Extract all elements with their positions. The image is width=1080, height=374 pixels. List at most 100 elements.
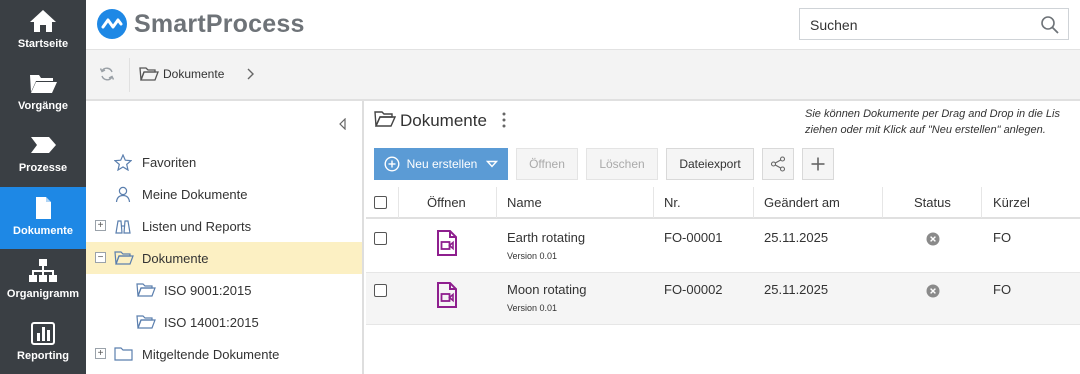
nav-item-reporting[interactable]: Reporting: [0, 312, 86, 374]
plus-icon: [811, 157, 825, 171]
column-header-name[interactable]: Name: [507, 195, 542, 210]
new-document-button[interactable]: Neu erstellen: [374, 148, 508, 180]
main-navigation: Startseite Vorgänge Prozesse Dokumente O…: [0, 0, 86, 374]
column-header-short[interactable]: Kürzel: [993, 195, 1030, 210]
search-placeholder: Suchen: [810, 17, 858, 33]
tree-item-mitgeltende-dokumente[interactable]: + Mitgeltende Dokumente: [86, 338, 362, 370]
app-logo[interactable]: SmartProcess: [96, 8, 305, 40]
share-button[interactable]: [762, 148, 794, 180]
document-name[interactable]: Moon rotating: [507, 282, 587, 297]
page-title: Dokumente: [400, 111, 487, 130]
document-name[interactable]: Earth rotating: [507, 230, 585, 245]
delete-button[interactable]: Löschen: [586, 148, 658, 180]
column-header-changed[interactable]: Geändert am: [764, 195, 840, 210]
plus-circle-icon: [384, 156, 400, 172]
search-input[interactable]: Suchen: [799, 8, 1069, 40]
video-file-icon[interactable]: [435, 229, 459, 257]
nav-label: Organigramm: [6, 288, 80, 300]
star-icon: [114, 154, 132, 171]
tree-item-meine-dokumente[interactable]: Meine Dokumente: [86, 178, 362, 210]
smartprocess-logo-icon: [97, 9, 127, 39]
file-export-label: Dateiexport: [679, 157, 741, 171]
column-header-nr[interactable]: Nr.: [664, 195, 681, 210]
folder-tree: Favoriten Meine Dokumente + Listen und R…: [86, 101, 364, 374]
nav-label: Prozesse: [18, 162, 68, 174]
nav-item-prozesse[interactable]: Prozesse: [0, 124, 86, 186]
tree-item-listen-und-reports[interactable]: + Listen und Reports: [86, 210, 362, 242]
tree-item-label: Dokumente: [142, 251, 209, 266]
hint-line: Sie können Dokumente per Drag and Drop i…: [805, 108, 1060, 120]
open-button[interactable]: Öffnen: [516, 148, 578, 180]
status-icon: [926, 284, 940, 298]
document-icon: [36, 197, 51, 219]
folder-icon: [114, 347, 133, 361]
folder-open-icon: [136, 283, 156, 297]
breadcrumb-divider: [129, 58, 130, 92]
nav-item-startseite[interactable]: Startseite: [0, 0, 86, 62]
folder-open-icon: [136, 315, 156, 329]
search-icon[interactable]: [1040, 15, 1060, 35]
document-version: Version 0.01: [507, 251, 558, 261]
process-arrow-icon: [31, 137, 56, 153]
column-divider: [981, 187, 982, 218]
column-divider: [653, 187, 654, 218]
breadcrumb-current[interactable]: Dokumente: [163, 67, 224, 81]
nav-label: Vorgänge: [18, 100, 68, 112]
folder-open-icon: [114, 251, 134, 265]
nav-label: Reporting: [17, 350, 69, 362]
document-list-panel: Dokumente Sie können Dokumente per Drag …: [366, 101, 1080, 374]
refresh-icon[interactable]: [99, 66, 115, 82]
tree-item-label: ISO 9001:2015: [164, 283, 252, 298]
tree-item-label: Meine Dokumente: [142, 187, 248, 202]
logo-text: SmartProcess: [134, 9, 305, 38]
row-checkbox[interactable]: [374, 232, 387, 245]
document-changed-date: 25.11.2025: [764, 282, 829, 297]
table-row[interactable]: Earth rotating Version 0.01 FO-00001 25.…: [366, 221, 1080, 273]
chevron-down-icon[interactable]: [486, 159, 499, 169]
column-divider: [753, 187, 754, 218]
bar-chart-icon: [31, 322, 55, 345]
add-button[interactable]: [802, 148, 834, 180]
tree-item-label: ISO 14001:2015: [164, 315, 259, 330]
nav-item-organigramm[interactable]: Organigramm: [0, 250, 86, 312]
column-divider: [398, 187, 399, 218]
more-options-icon[interactable]: [500, 111, 508, 129]
share-icon: [770, 156, 786, 172]
chevron-right-icon[interactable]: [246, 67, 256, 81]
table-row[interactable]: Moon rotating Version 0.01 FO-00002 25.1…: [366, 273, 1080, 325]
expand-toggle[interactable]: +: [95, 348, 106, 359]
column-header-open[interactable]: Öffnen: [427, 195, 466, 210]
tree-item-iso-14001[interactable]: ISO 14001:2015: [86, 306, 362, 338]
document-changed-date: 25.11.2025: [764, 230, 829, 245]
document-number: FO-00001: [664, 230, 723, 245]
tree-item-dokumente[interactable]: − Dokumente: [86, 242, 362, 274]
row-checkbox[interactable]: [374, 284, 387, 297]
document-version: Version 0.01: [507, 303, 558, 313]
binoculars-icon: [115, 220, 131, 234]
nav-item-vorgaenge[interactable]: Vorgänge: [0, 62, 86, 124]
column-divider: [882, 187, 883, 218]
tree-item-iso-9001[interactable]: ISO 9001:2015: [86, 274, 362, 306]
tree-item-favoriten[interactable]: Favoriten: [86, 146, 362, 178]
drag-drop-hint: Sie können Dokumente per Drag and Drop i…: [805, 106, 1080, 138]
expand-toggle[interactable]: +: [95, 220, 106, 231]
tree-item-label: Mitgeltende Dokumente: [142, 347, 280, 362]
tree-item-label: Listen und Reports: [142, 219, 252, 234]
table-header: Öffnen Name Nr. Geändert am Status Kürze…: [366, 187, 1080, 219]
file-export-button[interactable]: Dateiexport: [666, 148, 754, 180]
new-document-label: Neu erstellen: [406, 157, 478, 171]
user-icon: [115, 186, 131, 203]
tree-item-label: Favoriten: [142, 155, 197, 170]
app: Startseite Vorgänge Prozesse Dokumente O…: [0, 0, 1080, 374]
nav-item-dokumente[interactable]: Dokumente: [0, 187, 86, 249]
nav-label: Dokumente: [13, 225, 73, 237]
column-divider: [496, 187, 497, 218]
document-short: FO: [993, 230, 1012, 245]
header: SmartProcess Suchen: [86, 0, 1080, 49]
collapse-panel-icon[interactable]: [338, 118, 348, 130]
document-number: FO-00002: [664, 282, 723, 297]
collapse-toggle[interactable]: −: [95, 252, 106, 263]
select-all-checkbox[interactable]: [374, 196, 387, 209]
column-header-status[interactable]: Status: [914, 195, 951, 210]
video-file-icon[interactable]: [435, 281, 459, 309]
